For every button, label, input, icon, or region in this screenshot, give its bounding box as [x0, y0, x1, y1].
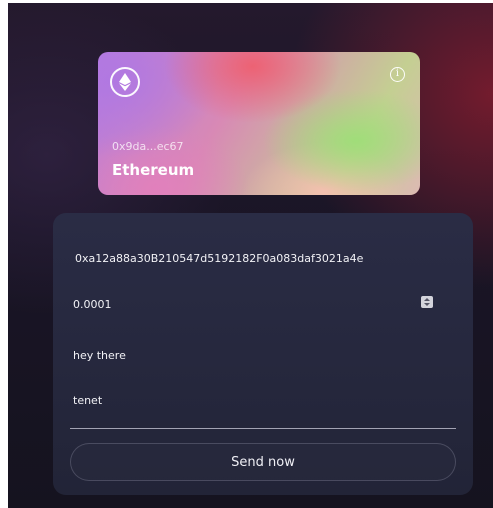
send-form: 0xa12a88a30B210547d5192182F0a083daf3021a…: [53, 213, 473, 495]
name-field[interactable]: tenet: [73, 394, 102, 407]
amount-field[interactable]: 0.0001: [73, 298, 112, 311]
amount-stepper[interactable]: [421, 296, 433, 308]
amount-value: 0.0001: [73, 298, 112, 311]
wallet-address: 0x9da...ec67: [112, 140, 184, 153]
name-value: tenet: [73, 394, 103, 407]
wallet-app: i 0x9da...ec67 Ethereum 0xa12a88a30B2105…: [8, 3, 493, 508]
info-icon[interactable]: i: [390, 67, 405, 82]
wallet-card[interactable]: i 0x9da...ec67 Ethereum: [98, 52, 420, 195]
recipient-address-value: 0xa12a88a30B210547d5192182F0a083daf3021a…: [75, 252, 364, 265]
recipient-address-field[interactable]: 0xa12a88a30B210547d5192182F0a083daf3021a…: [75, 252, 450, 265]
ethereum-icon: [110, 67, 140, 97]
message-value: hey there: [73, 349, 126, 362]
message-field[interactable]: hey there: [73, 349, 126, 362]
divider: [70, 428, 456, 429]
network-name: Ethereum: [112, 161, 195, 179]
send-now-button[interactable]: Send now: [70, 443, 456, 481]
